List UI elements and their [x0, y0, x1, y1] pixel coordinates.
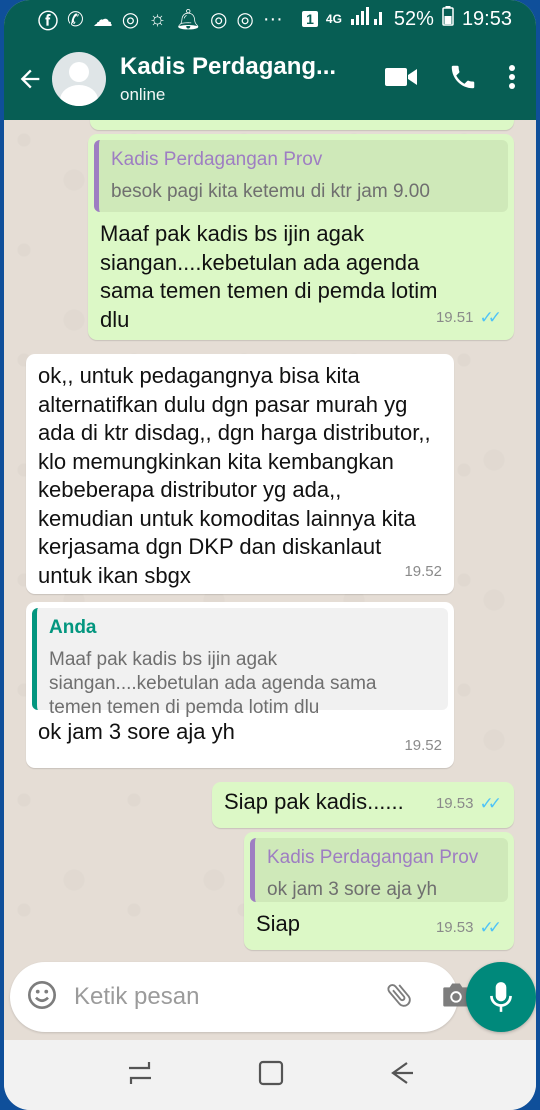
quoted-sender: Kadis Perdagangan Prov [267, 847, 479, 868]
arrow-left-icon [20, 69, 40, 89]
more-notifications-icon: ··· [262, 7, 283, 30]
message-text: ok,, untuk pedagangnya bisa kita alterna… [38, 363, 431, 588]
network-label: 4G [325, 12, 342, 26]
voice-record-button[interactable] [466, 962, 536, 1032]
nav-back-button[interactable] [387, 1059, 415, 1092]
message-meta: 19.52 [404, 558, 442, 587]
message-time: 19.51 [435, 308, 474, 326]
system-nav-bar [4, 1040, 536, 1110]
status-bar: ⓕ ✆ ☁ ◎ ☼ 🔔︎ ◎ ◎ ··· 1 4G 52% 19:53 [4, 0, 536, 38]
quoted-text: besok pagi kita ketemu di ktr jam 9.00 [111, 180, 430, 202]
contact-name: Kadis Perdagang... [120, 53, 337, 80]
battery-percent: 52% [393, 7, 434, 30]
phone-screen: ⓕ ✆ ☁ ◎ ☼ 🔔︎ ◎ ◎ ··· 1 4G 52% 19:53 Kadi… [4, 0, 536, 1110]
home-icon [258, 1060, 284, 1085]
message-meta: 19.50 [464, 120, 502, 128]
phone-icon [451, 65, 475, 88]
back-button[interactable] [10, 65, 50, 93]
attach-button[interactable] [384, 980, 414, 1015]
sim-slot-badge: 1 [302, 11, 318, 27]
chrome-icon: ◎ [209, 8, 228, 31]
battery-icon [442, 6, 454, 32]
more-vert-icon [509, 64, 515, 89]
message-bubble[interactable]: Anda Maaf pak kadis bs ijin agak siangan… [26, 602, 454, 768]
emoji-icon [28, 980, 56, 1009]
read-ticks-icon: ✓✓ [479, 917, 502, 937]
message-text: ok jam 3 sore aja yh [38, 719, 235, 744]
read-ticks-icon: ✓✓ [479, 793, 502, 813]
message-composer [10, 962, 469, 1032]
message-bubble[interactable]: ok,, untuk pedagangnya bisa kita alterna… [26, 354, 454, 594]
message-meta: 19.51 ✓✓ [436, 304, 502, 333]
video-call-icon [385, 67, 417, 86]
message-meta: 19.52 [404, 732, 442, 761]
voice-call-button[interactable] [448, 62, 478, 97]
recent-apps-button[interactable] [125, 1060, 155, 1091]
bell-icon: 🔔︎ [175, 8, 201, 31]
chat-area[interactable]: 19.50 Kadis Perdagangan Prov besok pagi … [4, 120, 536, 960]
message-bubble[interactable]: Kadis Perdagangan Prov besok pagi kita k… [88, 134, 514, 340]
chrome-icon: ◎ [236, 8, 254, 31]
emoji-button[interactable] [26, 979, 58, 1016]
quoted-message[interactable]: Anda Maaf pak kadis bs ijin agak siangan… [32, 608, 448, 718]
menu-button[interactable] [508, 63, 516, 96]
quoted-message[interactable]: Kadis Perdagangan Prov ok jam 3 sore aja… [250, 838, 508, 902]
message-time: 19.53 [435, 918, 474, 936]
back-icon [391, 1061, 413, 1084]
contact-info[interactable]: Kadis Perdagang... online [120, 53, 384, 105]
message-time: 19.53 [435, 794, 474, 812]
mic-icon [490, 982, 512, 1012]
quoted-text: ok jam 3 sore aja yh [267, 878, 438, 900]
notification-icons: ⓕ ✆ ☁ ◎ ☼ 🔔︎ ◎ ◎ ··· [38, 5, 283, 34]
quoted-sender: Anda [49, 617, 97, 638]
chat-header: Kadis Perdagang... online [4, 38, 536, 120]
message-time: 19.50 [464, 120, 502, 128]
brightness-icon: ☼ [148, 7, 167, 30]
facebook-icon: ⓕ [38, 10, 58, 33]
clock: 19:53 [461, 7, 512, 30]
message-meta: 19.53 ✓✓ [436, 790, 502, 819]
paperclip-icon [387, 983, 411, 1007]
message-bubble[interactable]: Kadis Perdagangan Prov ok jam 3 sore aja… [244, 832, 514, 950]
avatar[interactable] [52, 52, 106, 106]
message-time: 19.52 [404, 736, 442, 754]
quoted-text: Maaf pak kadis bs ijin agak siangan....k… [49, 648, 377, 718]
message-text: Maaf pak kadis bs ijin agak siangan....k… [100, 221, 438, 332]
contact-status: online [120, 85, 166, 104]
video-call-button[interactable] [384, 65, 418, 94]
cloud-icon: ☁ [92, 8, 113, 31]
header-actions [384, 62, 516, 97]
message-bubble[interactable]: Siap pak kadis...... 19.53 ✓✓ [212, 782, 514, 828]
system-status: 1 4G 52% 19:53 [302, 6, 512, 32]
message-meta: 19.53 ✓✓ [436, 914, 502, 943]
read-ticks-icon: ✓✓ [479, 307, 502, 327]
signal-icon [350, 6, 386, 32]
message-input[interactable] [74, 983, 384, 1011]
whatsapp-icon: ✆ [67, 8, 84, 31]
recent-apps-icon [129, 1061, 151, 1084]
message-time: 19.52 [404, 562, 442, 580]
chrome-icon: ◎ [121, 8, 140, 31]
home-button[interactable] [257, 1059, 285, 1092]
quoted-sender: Kadis Perdagangan Prov [111, 149, 323, 170]
quoted-message[interactable]: Kadis Perdagangan Prov besok pagi kita k… [94, 140, 508, 212]
message-bubble[interactable]: 19.50 [90, 120, 514, 130]
